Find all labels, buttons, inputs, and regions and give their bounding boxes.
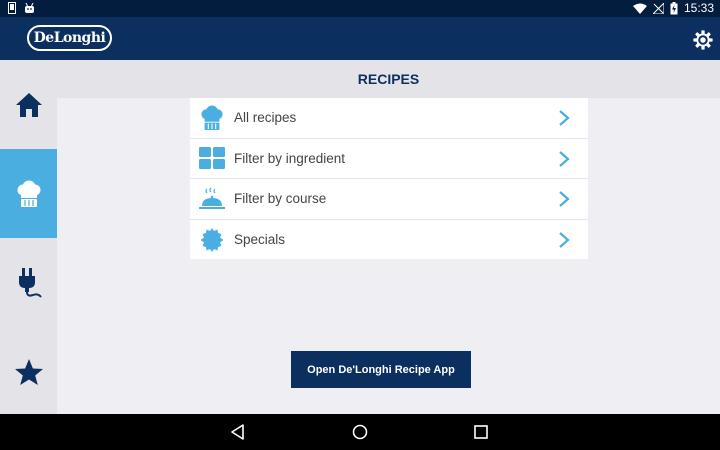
- cloche-icon: [199, 187, 225, 209]
- chevron-right-icon: [559, 191, 570, 207]
- logo-text: DeLonghi: [33, 30, 106, 46]
- gear-icon[interactable]: [692, 29, 714, 51]
- battery-icon: [670, 1, 678, 14]
- menu-item-label: Specials: [234, 232, 286, 248]
- chevron-right-icon: [559, 110, 570, 126]
- navigation-bar: [0, 414, 720, 450]
- sidebar: [0, 60, 57, 414]
- home-circle-icon[interactable]: [351, 423, 369, 441]
- home-icon: [15, 92, 42, 117]
- page-header: RECIPES: [57, 60, 720, 98]
- sidebar-item-home[interactable]: [0, 60, 57, 149]
- android-icon: [25, 2, 34, 13]
- row-icon-container: [190, 220, 234, 260]
- menu-item-filter-course[interactable]: Filter by course: [190, 179, 588, 220]
- menu-item-all-recipes[interactable]: All recipes: [190, 98, 588, 139]
- recipes-menu: All recipes Filter by ingredient Filter …: [190, 98, 588, 259]
- menu-item-label: Filter by course: [234, 191, 327, 207]
- status-time: 15:33: [683, 1, 714, 15]
- row-icon-container: [190, 138, 234, 178]
- status-right: 15:33: [632, 1, 714, 15]
- row-icon-container: [190, 98, 234, 138]
- page-title: RECIPES: [357, 71, 420, 87]
- menu-item-filter-ingredient[interactable]: Filter by ingredient: [190, 138, 588, 179]
- sidebar-item-recipes[interactable]: [0, 149, 57, 238]
- menu-item-label: Filter by ingredient: [234, 150, 346, 166]
- sidebar-item-connect[interactable]: [0, 238, 57, 327]
- menu-item-label: All recipes: [234, 110, 297, 126]
- badge-icon: [200, 227, 224, 252]
- chef-hat-icon: [201, 105, 223, 130]
- recents-icon[interactable]: [472, 423, 490, 441]
- menu-item-specials[interactable]: Specials: [190, 220, 588, 261]
- wifi-icon: [632, 3, 647, 14]
- chevron-right-icon: [559, 231, 570, 248]
- app-bar: DeLonghi: [0, 17, 720, 60]
- sidebar-item-favorites[interactable]: [0, 327, 57, 416]
- status-left: [8, 2, 35, 14]
- open-recipe-app-button[interactable]: Open De'Longhi Recipe App: [291, 351, 471, 388]
- grid-icon: [199, 147, 225, 170]
- back-icon[interactable]: [229, 423, 247, 441]
- row-icon-container: [190, 179, 234, 219]
- chef-hat-icon: [17, 180, 40, 207]
- status-bar: 15:33: [0, 0, 720, 17]
- chevron-right-icon: [559, 150, 570, 167]
- plug-icon: [18, 267, 42, 298]
- star-icon: [14, 358, 43, 385]
- notification-icon: [8, 2, 16, 14]
- delonghi-logo: DeLonghi: [27, 25, 112, 51]
- signal-off-icon: [652, 2, 664, 14]
